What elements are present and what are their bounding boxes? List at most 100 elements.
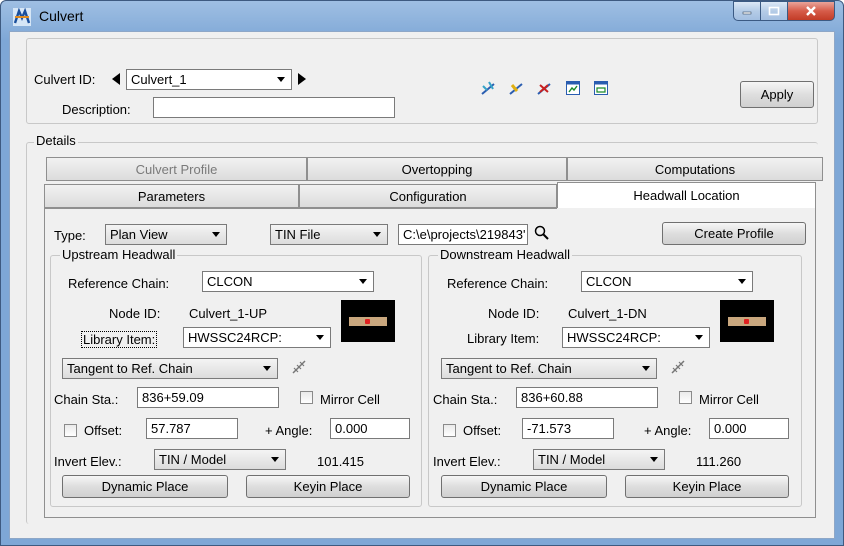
create-profile-button[interactable]: Create Profile [662,222,806,245]
downstream-offset-checkbox[interactable] [443,424,456,437]
downstream-angle-label: + Angle: [644,423,692,438]
culvert-tool-2-icon[interactable] [508,80,526,98]
chevron-down-icon [263,366,271,371]
chevron-down-icon [373,232,381,237]
tin-path-input[interactable]: C:\e\projects\219843' [398,224,528,245]
upstream-offset-input[interactable]: 57.787 [146,418,238,439]
upstream-chain-sta-value: 836+59.09 [142,390,204,405]
downstream-library-item-label: Library Item: [467,331,540,346]
upstream-angle-label: + Angle: [265,423,313,438]
culvert-tool-1-icon[interactable] [480,80,498,98]
upstream-tangent-select[interactable]: Tangent to Ref. Chain [62,358,278,379]
upstream-offset-checkbox[interactable] [64,424,77,437]
upstream-chain-sta-input[interactable]: 836+59.09 [137,387,279,408]
chevron-down-icon [271,457,279,462]
downstream-offset-input[interactable]: -71.573 [522,418,614,439]
downstream-chain-sta-label: Chain Sta.: [433,392,498,407]
upstream-invert-label: Invert Elev.: [54,454,122,469]
downstream-offset-value: -71.573 [527,421,572,436]
chevron-down-icon [212,232,220,237]
downstream-dynamic-place-button[interactable]: Dynamic Place [441,475,607,498]
downstream-node-id-label: Node ID: [488,306,540,321]
type-select[interactable]: Plan View [105,224,227,245]
headwall-point [365,319,370,324]
tin-file-value: TIN File [275,227,321,242]
tab-computations[interactable]: Computations [567,157,823,181]
upstream-ref-chain-label: Reference Chain: [68,276,170,291]
downstream-headwall-preview [720,300,774,342]
apply-button[interactable]: Apply [740,81,814,108]
downstream-ref-chain-select[interactable]: CLCON [581,271,753,292]
downstream-invert-label: Invert Elev.: [433,454,501,469]
downstream-pick-angle-icon[interactable] [669,358,687,376]
next-arrow-icon[interactable] [298,73,306,85]
tab-headwall-location[interactable]: Headwall Location [557,182,816,208]
description-input[interactable] [153,97,395,118]
chevron-down-icon [277,77,285,82]
upstream-library-item-select[interactable]: HWSSC24RCP: [183,327,331,348]
upstream-headwall-preview [341,300,395,342]
culvert-id-value: Culvert_1 [131,72,187,87]
view-window-icon[interactable] [594,81,608,95]
upstream-headwall-title: Upstream Headwall [60,247,178,262]
type-value: Plan View [110,227,168,242]
downstream-library-item-select[interactable]: HWSSC24RCP: [562,327,710,348]
downstream-mirror-cell-label: Mirror Cell [699,392,759,407]
upstream-offset-value: 57.787 [151,421,191,436]
maximize-button[interactable] [761,1,788,21]
chevron-down-icon [359,279,367,284]
chevron-down-icon [642,366,650,371]
upstream-dynamic-place-button[interactable]: Dynamic Place [62,475,228,498]
downstream-invert-value: 111.260 [696,454,742,469]
upstream-invert-value: 101.415 [317,454,364,469]
upstream-chain-sta-label: Chain Sta.: [54,392,119,407]
downstream-node-id-value: Culvert_1-DN [568,306,647,321]
upstream-library-item-value: HWSSC24RCP: [188,330,282,345]
upstream-node-id-label: Node ID: [109,306,161,321]
chevron-down-icon [695,335,703,340]
description-label: Description: [62,102,131,117]
culvert-tool-3-icon[interactable] [536,80,554,98]
upstream-mirror-cell-label: Mirror Cell [320,392,380,407]
tab-overtopping[interactable]: Overtopping [307,157,567,181]
downstream-invert-mode-select[interactable]: TIN / Model [533,449,665,470]
downstream-chain-sta-value: 836+60.88 [521,390,583,405]
details-label: Details [34,133,78,148]
upstream-mirror-cell-checkbox[interactable] [300,391,313,404]
culvert-id-label: Culvert ID: [34,72,96,87]
downstream-angle-input[interactable]: 0.000 [709,418,789,439]
downstream-tangent-select[interactable]: Tangent to Ref. Chain [441,358,657,379]
tab-culvert-profile[interactable]: Culvert Profile [46,157,307,181]
culvert-id-select[interactable]: Culvert_1 [126,69,292,90]
tin-file-select[interactable]: TIN File [270,224,388,245]
profile-window-icon[interactable] [566,81,580,95]
upstream-library-item-label: Library Item: [81,331,158,348]
headwall-point [744,319,749,324]
upstream-pick-angle-icon[interactable] [290,358,308,376]
previous-arrow-icon[interactable] [112,73,120,85]
close-button[interactable] [788,1,835,21]
upstream-invert-mode-select[interactable]: TIN / Model [154,449,286,470]
title-bar[interactable]: Culvert [1,1,843,31]
downstream-headwall-title: Downstream Headwall [438,247,573,262]
window-title: Culvert [39,8,84,24]
window-frame: Culvert Culvert ID: Culvert_1 Descriptio… [0,0,844,546]
chevron-down-icon [650,457,658,462]
upstream-angle-input[interactable]: 0.000 [330,418,410,439]
chevron-down-icon [738,279,746,284]
upstream-ref-chain-select[interactable]: CLCON [202,271,374,292]
downstream-keyin-place-button[interactable]: Keyin Place [625,475,789,498]
minimize-icon [742,11,752,15]
upstream-keyin-place-button[interactable]: Keyin Place [246,475,410,498]
downstream-mirror-cell-checkbox[interactable] [679,391,692,404]
downstream-invert-mode-value: TIN / Model [538,452,606,467]
downstream-chain-sta-input[interactable]: 836+60.88 [516,387,658,408]
upstream-tangent-value: Tangent to Ref. Chain [67,361,193,376]
type-label: Type: [54,228,86,243]
downstream-ref-chain-label: Reference Chain: [447,276,549,291]
tab-configuration[interactable]: Configuration [299,184,557,208]
tab-parameters[interactable]: Parameters [44,184,299,208]
upstream-invert-mode-value: TIN / Model [159,452,227,467]
search-icon[interactable] [534,225,550,241]
minimize-button[interactable] [733,1,761,21]
